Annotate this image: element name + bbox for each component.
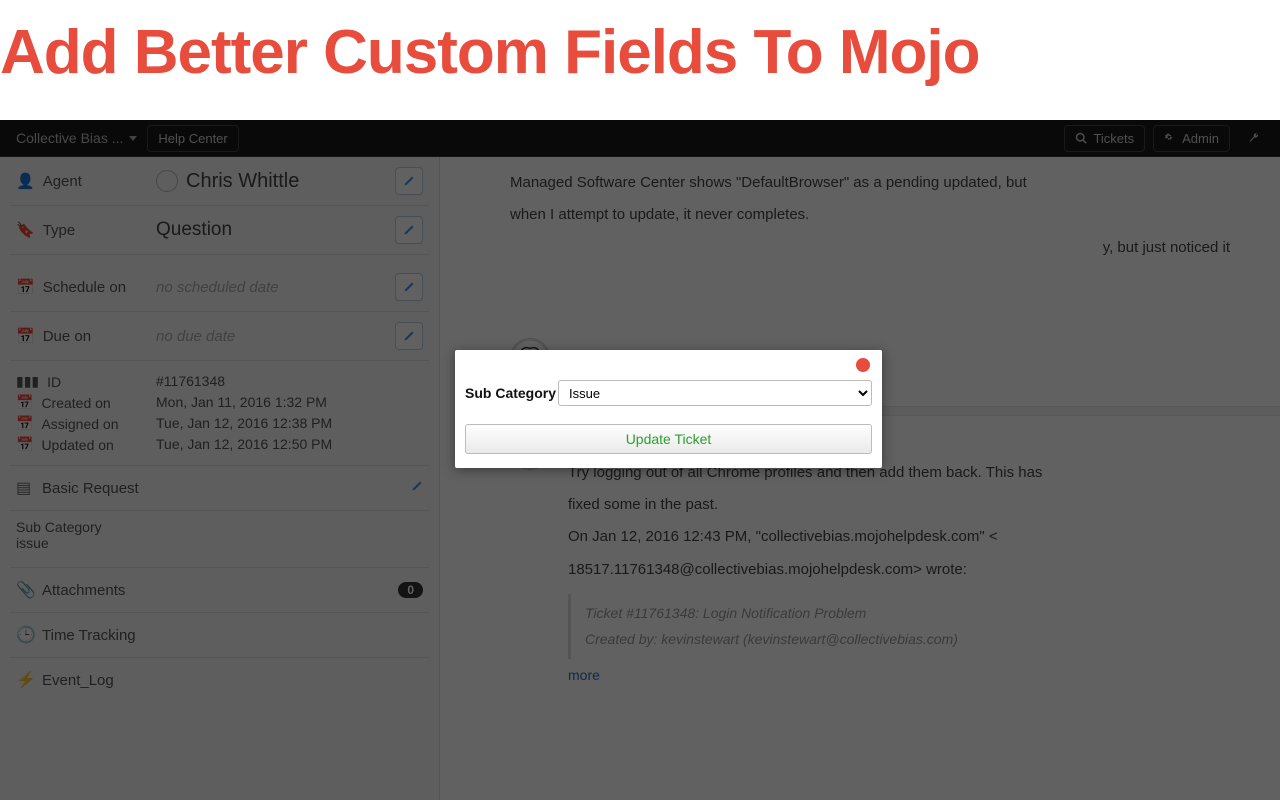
attachments-section[interactable]: 📎 Attachments 0 (10, 568, 429, 613)
admin-label: Admin (1182, 131, 1219, 146)
ticket-thread: Managed Software Center shows "DefaultBr… (440, 157, 1280, 800)
top-navbar: Collective Bias ... Help Center Tickets … (0, 120, 1280, 157)
attachments-count-badge: 0 (398, 582, 423, 598)
admin-button[interactable]: Admin (1153, 125, 1230, 152)
caret-down-icon (129, 136, 137, 141)
bolt-icon: ⚡ (16, 672, 36, 689)
update-ticket-button[interactable]: Update Ticket (465, 424, 872, 454)
schedule-label: Schedule on (43, 279, 126, 296)
original-message: Managed Software Center shows "DefaultBr… (510, 167, 1260, 264)
pencil-icon (403, 281, 415, 293)
workspace-dropdown[interactable]: Collective Bias ... (6, 124, 147, 152)
wrench-icon (1248, 132, 1260, 144)
updated-label: Updated on (41, 437, 113, 453)
type-value: Question (156, 219, 395, 241)
bookmark-icon: 🔖 (16, 221, 35, 239)
msg-line-partial: y, but just noticed it (510, 232, 1260, 264)
assigned-label: Assigned on (41, 416, 118, 432)
calendar-icon: 📅 (16, 415, 33, 432)
created-value: Mon, Jan 11, 2016 1:32 PM (156, 394, 327, 411)
schedule-placeholder: no scheduled date (156, 279, 395, 296)
content-split: 👤 Agent Chris Whittle 🔖 Type Question 📅 Sch… (0, 157, 1280, 800)
edit-basic-request-button[interactable] (411, 479, 423, 497)
help-center-button[interactable]: Help Center (147, 125, 238, 152)
form-icon: ▤ (16, 480, 31, 497)
sub-category-select[interactable]: Issue (558, 380, 872, 406)
tickets-label: Tickets (1093, 131, 1134, 146)
updated-value: Tue, Jan 12, 2016 12:50 PM (156, 436, 332, 453)
tickets-button[interactable]: Tickets (1064, 125, 1145, 152)
pencil-icon (403, 330, 415, 342)
pencil-icon (403, 224, 415, 236)
sub-category-field: Sub Category issue (10, 511, 429, 568)
more-link[interactable]: more (568, 667, 600, 683)
paperclip-icon: 📎 (16, 582, 36, 599)
created-label: Created on (41, 395, 110, 411)
basic-request-title: Basic Request (42, 480, 411, 497)
edit-due-button[interactable] (395, 322, 423, 350)
post-line: fixed some in the past. (568, 489, 1260, 521)
pencil-icon (403, 175, 415, 187)
user-icon: 👤 (16, 172, 35, 190)
due-row: 📅 Due on no due date (10, 312, 429, 361)
clock-icon: 🕒 (16, 627, 36, 644)
sub-category-label: Sub Category (16, 519, 423, 535)
sub-category-value: issue (16, 535, 423, 551)
pencil-icon (411, 480, 423, 492)
modal-subcategory-label: Sub Category (465, 385, 556, 401)
ticket-sidebar: 👤 Agent Chris Whittle 🔖 Type Question 📅 Sch… (0, 157, 440, 800)
due-label: Due on (43, 328, 91, 345)
msg-line: when I attempt to update, it never compl… (510, 199, 1260, 231)
quote-line: Ticket #11761348: Login Notification Pro… (585, 600, 1260, 627)
schedule-row: 📅 Schedule on no scheduled date (10, 263, 429, 312)
barcode-icon: ▮▮▮ (16, 373, 39, 390)
event-log-section[interactable]: ⚡ Event_Log (10, 658, 429, 702)
calendar-icon: 📅 (16, 327, 35, 345)
agent-label: Agent (43, 173, 82, 190)
event-log-title: Event_Log (42, 672, 423, 689)
attachments-title: Attachments (42, 582, 398, 599)
search-icon (1075, 132, 1087, 144)
quote-line: Created by: kevinstewart (kevinstewart@c… (585, 626, 1260, 653)
calendar-icon: 📅 (16, 394, 33, 411)
agent-row: 👤 Agent Chris Whittle (10, 167, 429, 206)
calendar-icon: 📅 (16, 436, 33, 453)
type-row: 🔖 Type Question (10, 206, 429, 255)
assigned-value: Tue, Jan 12, 2016 12:38 PM (156, 415, 332, 432)
post-line: 18517.11761348@collectivebias.mojohelpde… (568, 554, 1260, 586)
agent-avatar-icon (156, 170, 178, 192)
workspace-name: Collective Bias ... (16, 130, 123, 146)
gear-icon (1164, 132, 1176, 144)
due-placeholder: no due date (156, 328, 395, 345)
id-value: #11761348 (156, 373, 225, 390)
ticket-meta: ▮▮▮ ID #11761348 📅 Created on Mon, Jan 11, 2… (10, 361, 429, 466)
post-body-text: Try logging out of all Chrome profiles a… (568, 457, 1260, 586)
msg-line: Managed Software Center shows "DefaultBr… (510, 167, 1260, 199)
edit-agent-button[interactable] (395, 167, 423, 195)
time-tracking-section[interactable]: 🕒 Time Tracking (10, 613, 429, 658)
edit-type-button[interactable] (395, 216, 423, 244)
basic-request-section: ▤ Basic Request (10, 466, 429, 511)
agent-value: Chris Whittle (186, 170, 299, 193)
time-tracking-title: Time Tracking (42, 627, 423, 644)
tools-menu[interactable] (1238, 132, 1274, 144)
type-label: Type (43, 222, 76, 239)
calendar-icon: 📅 (16, 278, 35, 296)
sub-category-modal: Sub Category Issue Update Ticket (455, 350, 882, 468)
close-icon[interactable] (856, 358, 870, 372)
post-line: On Jan 12, 2016 12:43 PM, "collectivebia… (568, 521, 1260, 553)
edit-schedule-button[interactable] (395, 273, 423, 301)
id-label: ID (47, 374, 61, 390)
quoted-block: Ticket #11761348: Login Notification Pro… (568, 594, 1260, 659)
page-headline: Add Better Custom Fields To Mojo (0, 0, 1280, 104)
